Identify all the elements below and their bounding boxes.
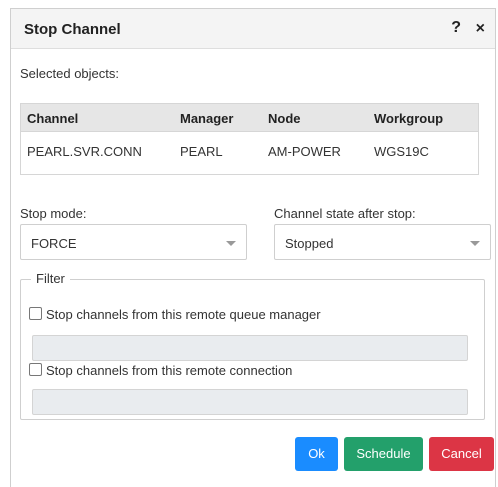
remote-queue-manager-label: Stop channels from this remote queue man… [46, 307, 321, 322]
cell-channel: PEARL.SVR.CONN [27, 144, 142, 159]
stop-mode-value: FORCE [31, 236, 77, 251]
selected-objects-table: Channel Manager Node Workgroup PEARL.SVR… [20, 103, 479, 175]
stop-mode-select[interactable]: FORCE [20, 224, 247, 260]
remote-queue-manager-input[interactable] [32, 335, 468, 361]
dialog-titlebar: Stop Channel ? × [11, 9, 495, 49]
column-header-node[interactable]: Node [268, 111, 301, 126]
column-header-workgroup[interactable]: Workgroup [374, 111, 443, 126]
remote-connection-label: Stop channels from this remote connectio… [46, 363, 293, 378]
channel-state-select[interactable]: Stopped [274, 224, 491, 260]
remote-connection-checkbox-row[interactable]: Stop channels from this remote connectio… [29, 363, 292, 378]
schedule-button[interactable]: Schedule [344, 437, 423, 471]
column-header-manager[interactable]: Manager [180, 111, 233, 126]
cell-workgroup: WGS19C [374, 144, 429, 159]
chevron-down-icon [470, 241, 480, 246]
close-icon[interactable]: × [476, 20, 485, 38]
remote-connection-input[interactable] [32, 389, 468, 415]
cancel-button[interactable]: Cancel [429, 437, 494, 471]
remote-queue-manager-checkbox[interactable] [29, 307, 42, 320]
chevron-down-icon [226, 241, 236, 246]
filter-group: Filter Stop channels from this remote qu… [20, 271, 485, 420]
remote-queue-manager-checkbox-row[interactable]: Stop channels from this remote queue man… [29, 307, 321, 322]
selected-objects-label: Selected objects: [20, 66, 120, 81]
stop-mode-label: Stop mode: [20, 206, 87, 221]
column-header-channel[interactable]: Channel [27, 111, 78, 126]
ok-button[interactable]: Ok [295, 437, 338, 471]
table-header: Channel Manager Node Workgroup [21, 104, 478, 132]
channel-state-label: Channel state after stop: [274, 206, 416, 221]
dialog-title: Stop Channel [24, 21, 121, 38]
cell-node: AM-POWER [268, 144, 341, 159]
remote-connection-checkbox[interactable] [29, 363, 42, 376]
filter-legend: Filter [31, 271, 70, 286]
cell-manager: PEARL [180, 144, 223, 159]
help-icon[interactable]: ? [451, 19, 461, 37]
channel-state-value: Stopped [285, 236, 334, 251]
